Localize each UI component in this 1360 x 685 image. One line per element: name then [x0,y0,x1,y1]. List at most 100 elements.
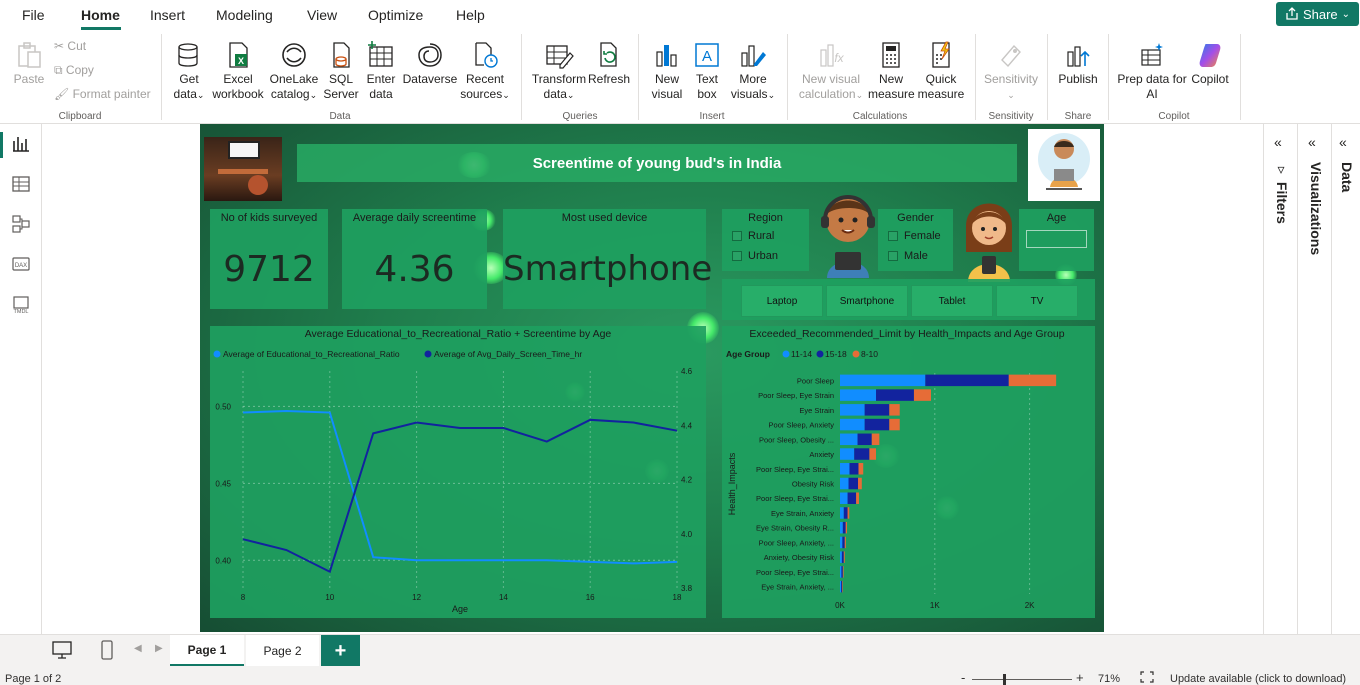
gender-slicer[interactable]: Gender Female Male [878,209,953,271]
recent-sources-button[interactable]: Recent sources⌄ [458,40,512,103]
device-button-laptop[interactable]: Laptop [741,285,823,317]
region-option-urban[interactable]: Urban [732,250,778,262]
dataverse-button[interactable]: Dataverse [402,40,458,87]
copilot-button[interactable]: Copilot [1188,40,1232,87]
onelake-label-1: OneLake [269,72,319,86]
bar-legend-title: Age Group [726,349,770,359]
table-view-icon[interactable] [11,174,31,194]
visualizations-pane[interactable]: « Visualizations [1297,124,1331,634]
bar-segment-8-10 [871,433,880,446]
onelake-catalog-button[interactable]: OneLake catalog⌄ [268,40,320,103]
enter-data-button[interactable]: Enter data [362,40,400,102]
bar-chart-card[interactable]: Exceeded_Recommended_Limit by Health_Imp… [722,326,1095,618]
menu-insert[interactable]: Insert [150,7,185,23]
new-measure-label-1: New [878,72,903,86]
next-page-icon[interactable]: ▶ [155,643,163,654]
more-visuals-icon [741,45,766,67]
filters-pane[interactable]: « ▿ Filters [1263,124,1297,634]
checkbox[interactable] [888,231,898,242]
mobile-layout-icon[interactable] [101,640,113,660]
new-measure-button[interactable]: New measure [868,40,915,102]
update-available-link[interactable]: Update available (click to download) [1170,673,1346,685]
dax-query-view-icon[interactable]: DAX [11,254,31,274]
sensitivity-icon [1001,44,1021,68]
tmdl-view-icon[interactable]: TMDL [11,294,31,314]
share-button[interactable]: Share ⌄ [1276,2,1359,26]
refresh-button[interactable]: Refresh [588,40,630,87]
quick-measure-button[interactable]: Quick measure [916,40,966,102]
more-visuals-button[interactable]: More visuals⌄ [728,40,778,103]
sql-server-button[interactable]: SQL Server [322,40,360,102]
prep-data-for-ai-button[interactable]: Prep data for AI [1115,40,1189,102]
line-chart-card[interactable]: Average Educational_to_Recreational_Rati… [210,326,706,618]
menu-file[interactable]: File [22,7,45,23]
collapse-visualizations-icon[interactable]: « [1308,134,1316,150]
sensitivity-button[interactable]: Sensitivity ⌄ [982,40,1040,103]
previous-page-icon[interactable]: ◀ [134,643,142,654]
bar-chart: Exceeded_Recommended_Limit by Health_Imp… [726,328,1065,610]
chevron-down-icon: ⌄ [502,90,510,100]
y-right-tick-label: 4.0 [681,530,693,539]
prep-data-label-2: AI [1146,87,1158,101]
category-label: Poor Sleep, Eye Strai... [756,494,834,503]
device-button-smartphone[interactable]: Smartphone [826,285,908,317]
device-button-tablet[interactable]: Tablet [911,285,993,317]
collapse-data-icon[interactable]: « [1339,134,1347,150]
text-box-button[interactable]: A Text box [690,40,724,102]
checkbox[interactable] [888,251,898,262]
zoom-in-button[interactable]: + [1076,670,1084,685]
zoom-out-button[interactable]: - [961,670,965,685]
bar-segment-11-14 [840,374,926,387]
text-box-label-1: Text [695,72,718,86]
new-visual-button[interactable]: New visual [648,40,686,102]
menu-optimize[interactable]: Optimize [368,7,423,23]
desktop-layout-icon[interactable] [52,641,72,659]
zoom-slider-thumb[interactable] [1003,674,1006,685]
bar-segment-15-18 [847,492,857,504]
checkbox[interactable] [732,251,742,262]
paste-button[interactable]: Paste [12,40,46,87]
publish-button[interactable]: Publish [1055,40,1101,87]
refresh-icon [600,42,617,67]
region-option-rural[interactable]: Rural [732,230,774,242]
kpi-avg-screentime-card[interactable]: Average daily screentime 4.36 [342,209,487,309]
report-view-icon[interactable] [11,134,31,154]
bar-segment-11-14 [840,507,844,519]
copy-button[interactable]: ⧉ Copy [54,63,94,78]
menu-help[interactable]: Help [456,7,485,23]
bar-segment-8-10 [856,492,859,504]
sensitivity-group-label: Sensitivity [988,111,1034,122]
gender-option-female[interactable]: Female [888,230,941,242]
page-tab-1[interactable]: Page 1 [170,635,244,667]
format-painter-button[interactable]: 🖌 Format painter [54,87,151,102]
zoom-slider-track[interactable] [972,679,1072,680]
bar-chart-icon [656,45,677,67]
report-page: Screentime of young bud's in India No of… [200,124,1104,632]
fit-to-page-icon[interactable] [1140,671,1154,683]
device-button-tv[interactable]: TV [996,285,1078,317]
menu-view[interactable]: View [307,7,337,23]
age-range-input[interactable] [1026,230,1087,248]
model-view-icon[interactable] [11,214,31,234]
data-pane[interactable]: « Data [1331,124,1360,634]
gender-option-male[interactable]: Male [888,250,928,262]
svg-text:TMDL: TMDL [14,309,29,314]
region-slicer[interactable]: Region Rural Urban [722,209,809,271]
view-switcher-sidebar: DAX TMDL [0,124,42,634]
line-chart: Average Educational_to_Recreational_Rati… [213,328,693,614]
menu-modeling[interactable]: Modeling [216,7,273,23]
page-tab-2[interactable]: Page 2 [246,635,319,667]
kpi-kids-surveyed-card[interactable]: No of kids surveyed 9712 [210,209,328,309]
kpi-most-used-device-card[interactable]: Most used device Smartphone [503,209,712,309]
collapse-filters-icon[interactable]: « [1274,134,1282,150]
new-visual-calculation-button[interactable]: fx New visual calculation⌄ [795,40,867,103]
category-label: Eye Strain, Obesity R... [756,524,834,533]
age-slicer[interactable]: Age [1019,209,1094,271]
add-page-button[interactable]: + [321,635,360,667]
menu-home[interactable]: Home [81,7,120,23]
cut-button[interactable]: ✂ Cut [54,39,86,54]
transform-data-button[interactable]: Transform data⌄ [530,40,588,103]
checkbox[interactable] [732,231,742,242]
excel-workbook-button[interactable]: X Excel workbook [210,40,266,102]
get-data-button[interactable]: Get data⌄ [170,40,208,103]
